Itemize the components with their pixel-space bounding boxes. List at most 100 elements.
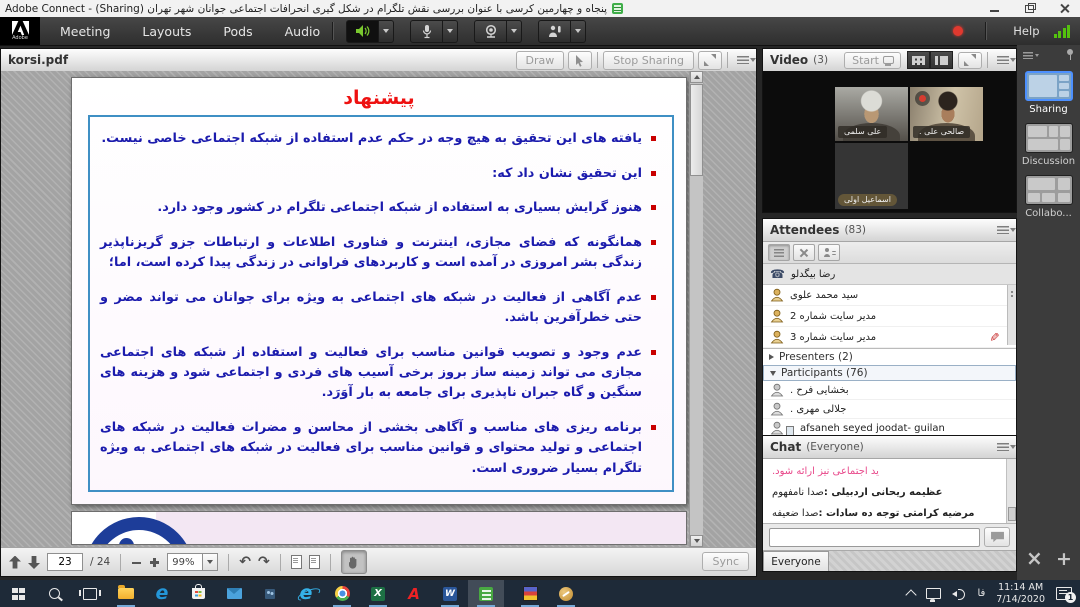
attendee-row[interactable]: سید محمد علوی [763,285,1016,306]
video-tile[interactable]: اسماعیل اولی [835,143,908,209]
excel-button[interactable] [360,580,396,607]
breakout-view-button[interactable] [793,244,815,261]
file-explorer-button[interactable] [108,580,144,607]
attendee-row[interactable]: مدیر سایت شماره 2 [763,306,1016,327]
restore-button[interactable] [1024,3,1035,14]
menu-item-meeting[interactable]: Meeting [60,24,110,39]
start-webcam-button[interactable]: Start [844,52,901,69]
zoom-level-select[interactable]: 99% [167,553,218,571]
video-tile[interactable]: علی سلمی [835,87,908,141]
notification-icon[interactable]: 1 [1056,587,1072,600]
layout-thumbnail-discussion[interactable] [1025,123,1073,153]
sync-button[interactable]: Sync [702,552,749,571]
draw-button[interactable]: Draw [516,51,565,70]
speaker-dropdown[interactable] [379,20,394,43]
microphone-dropdown[interactable] [443,20,458,43]
raise-hand-button[interactable] [538,20,571,43]
speaker-button[interactable] [346,20,379,43]
mail-button[interactable] [216,580,252,607]
chat-tab-everyone[interactable]: Everyone [763,551,829,571]
layout-item-discussion[interactable]: Discussion [1017,123,1080,167]
zoom-dropdown[interactable] [203,553,218,571]
language-indicator[interactable]: فا [977,588,985,599]
menu-item-pods[interactable]: Pods [223,24,252,39]
chat-scrollbar[interactable] [1006,459,1016,523]
scrollbar-thumb[interactable] [690,84,703,176]
start-button[interactable] [0,580,36,607]
task-view-icon [83,588,97,600]
network-icon[interactable] [926,588,941,599]
chevron-down-icon [575,29,581,33]
paint-app-button[interactable] [548,580,584,607]
attendees-pod-menu-button[interactable] [997,226,1009,234]
previous-page-button[interactable] [9,556,21,569]
word-button[interactable] [432,580,468,607]
video-fullscreen-button[interactable] [958,52,982,69]
status-view-button[interactable] [818,244,840,261]
task-view-button[interactable] [72,580,108,607]
chrome-button[interactable] [324,580,360,607]
help-menu[interactable]: Help [1013,24,1039,38]
tray-expand-icon[interactable] [906,589,917,600]
redo-button[interactable] [258,554,270,570]
volume-icon[interactable] [952,588,966,600]
page-number-input[interactable] [47,553,83,571]
layout-thumbnail-collaboration[interactable] [1025,175,1073,205]
menu-item-audio[interactable]: Audio [285,24,321,39]
connection-status-icon[interactable] [1054,25,1071,38]
chat-pod-menu-button[interactable] [997,443,1009,451]
layout-thumbnail-sharing[interactable] [1025,71,1073,101]
close-icon[interactable] [1026,550,1043,569]
minimize-button[interactable] [989,3,1000,14]
menu-item-layouts[interactable]: Layouts [142,24,191,39]
acrobat-button[interactable] [396,580,432,607]
stop-sharing-button[interactable]: Stop Sharing [603,51,694,70]
chat-input[interactable] [769,528,980,547]
attendee-row[interactable]: جلالی مهری . [763,400,1016,419]
fit-width-button[interactable] [309,555,320,569]
participants-group-row[interactable]: Participants (76) [763,365,1016,381]
pan-tool-button[interactable] [341,550,367,574]
microphone-button[interactable] [410,20,443,43]
winrar-button[interactable] [512,580,548,607]
store-button[interactable] [180,580,216,607]
internet-explorer-button[interactable] [288,580,324,607]
layout-item-sharing[interactable]: Sharing [1017,71,1080,115]
attendee-list-view-button[interactable] [768,244,790,261]
attendee-row[interactable]: مدیر سایت شماره 3 [763,327,1016,348]
people-button[interactable] [252,580,288,607]
adobe-connect-taskbar-button[interactable] [468,580,504,607]
scrollbar-up-button[interactable] [690,71,703,83]
grid-view-button[interactable] [907,51,930,69]
send-message-button[interactable] [984,527,1010,547]
bullet-marker-icon [651,205,656,210]
close-button[interactable] [1059,3,1070,14]
share-pod-menu-button[interactable] [737,56,749,64]
video-pod-menu-button[interactable] [997,56,1009,64]
webcam-dropdown[interactable] [507,20,522,43]
edge-button[interactable] [144,580,180,607]
fullscreen-button[interactable] [698,51,722,70]
layout-item-collaboration[interactable]: Collabo... [1017,175,1080,219]
zoom-in-button[interactable] [149,557,160,568]
search-button[interactable] [36,580,72,607]
add-icon[interactable] [1056,548,1072,570]
attendee-row[interactable]: بخشایی فرح . [763,381,1016,400]
raise-hand-dropdown[interactable] [571,20,586,43]
presenters-group-row[interactable]: Presenters (2) [763,349,1016,365]
scrollbar-down-button[interactable] [690,535,703,547]
webcam-button[interactable] [474,20,507,43]
undo-button[interactable] [239,554,251,570]
fit-page-button[interactable] [291,555,302,569]
pin-icon[interactable] [1066,49,1074,61]
layouts-menu-button[interactable] [1023,52,1033,59]
clock[interactable]: 11:14 AM 7/14/2020 [996,582,1045,605]
window-titlebar: پنجاه و چهارمین کرسی با عنوان بررسی نقش … [0,0,1080,17]
pointer-tool-button[interactable] [568,51,592,70]
video-tile[interactable]: صالحی علی . [910,87,983,141]
filmstrip-view-button[interactable] [930,51,953,69]
attendees-scrollbar[interactable] [1007,285,1016,345]
next-page-button[interactable] [28,556,40,569]
zoom-out-button[interactable] [131,557,142,568]
document-scrollbar[interactable] [689,71,703,547]
